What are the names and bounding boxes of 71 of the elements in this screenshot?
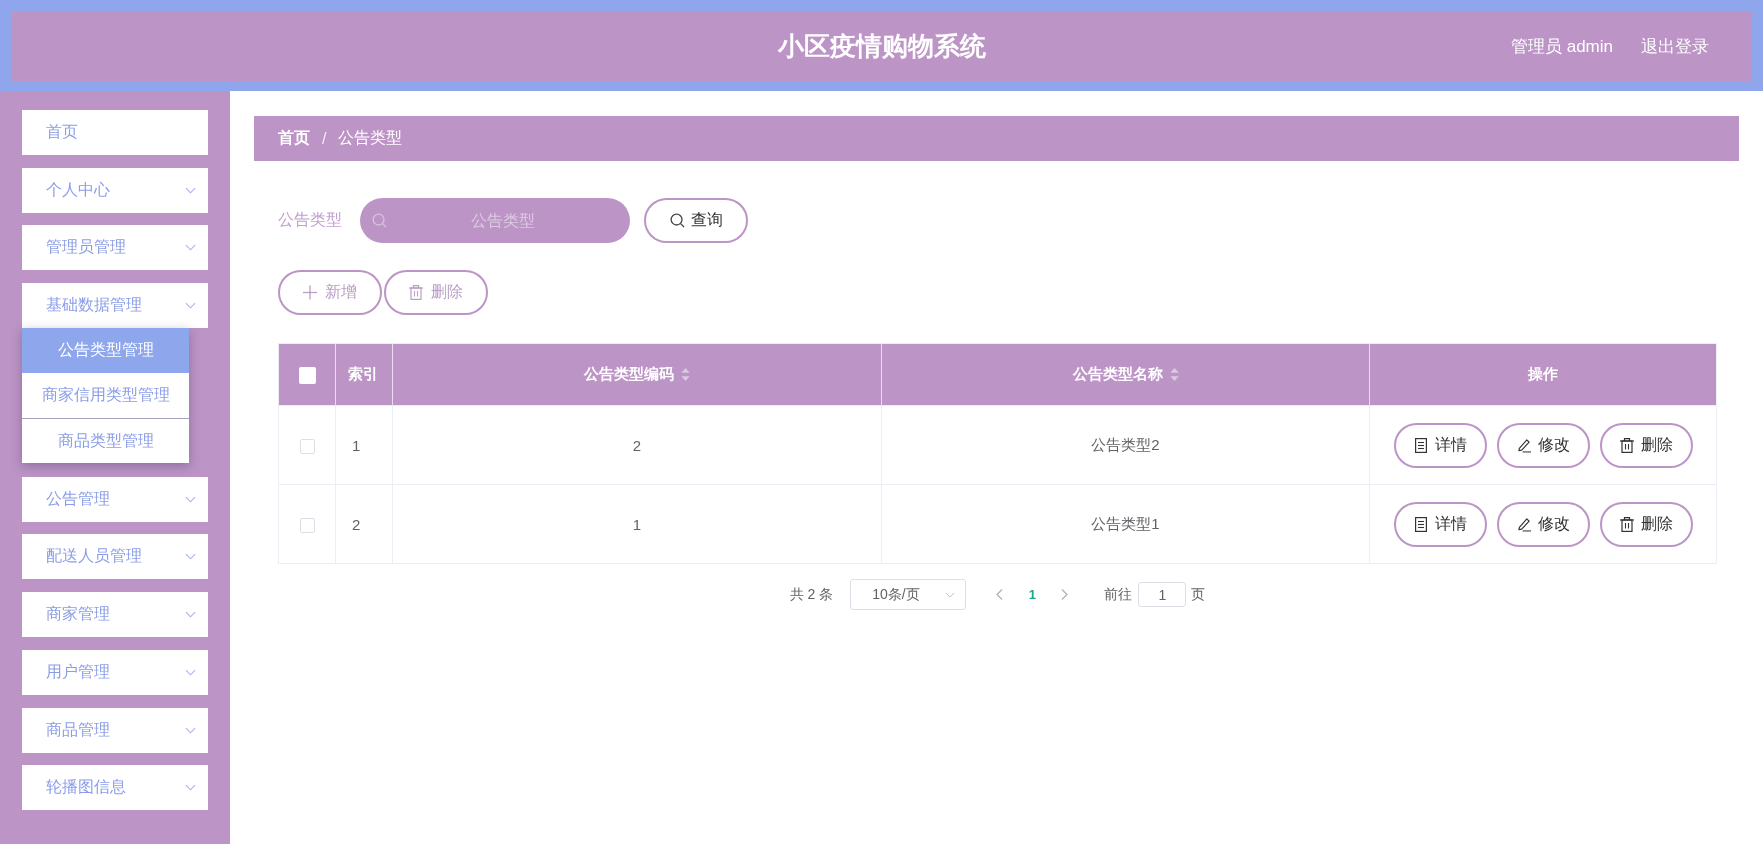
search-icon (669, 213, 685, 228)
total-count: 共 2 条 (789, 585, 834, 604)
row-checkbox[interactable] (299, 438, 315, 454)
menu-item[interactable]: 配送人员管理 (22, 534, 208, 580)
chevron-down-icon (185, 784, 196, 792)
chevron-left-icon[interactable] (996, 589, 1004, 600)
submenu-item[interactable]: 商品类型管理 (22, 418, 189, 464)
column-header[interactable]: 公告类型名称 (881, 343, 1370, 406)
goto-input[interactable]: 1 (1138, 582, 1187, 607)
menu-item[interactable]: 管理员管理 (22, 225, 208, 271)
add-button[interactable]: 新增 (278, 270, 382, 315)
sort-icon[interactable] (1169, 368, 1179, 381)
menu-item[interactable]: 基础数据管理 (22, 283, 208, 329)
submenu-item[interactable]: 商家信用类型管理 (22, 373, 189, 419)
table-cell: 公告类型1 (881, 484, 1370, 564)
submenu-item[interactable]: 公告类型管理 (22, 328, 189, 374)
plus-icon (303, 285, 317, 300)
breadcrumb-separator: / (322, 129, 327, 148)
chevron-down-icon (945, 591, 956, 598)
detail-button[interactable]: 详情 (1393, 422, 1487, 468)
table-cell: 2 (392, 405, 882, 485)
chevron-down-icon (185, 553, 196, 561)
page-number[interactable]: 1 (1021, 587, 1044, 602)
menu-item[interactable]: 轮播图信息 (22, 765, 208, 811)
menu-item[interactable]: 商品管理 (22, 707, 208, 753)
delete-button[interactable]: 删除 (1599, 501, 1693, 547)
menu-item[interactable]: 个人中心 (22, 167, 208, 213)
goto-label: 前往 (1104, 585, 1133, 604)
chevron-down-icon (185, 726, 196, 734)
chevron-down-icon (185, 611, 196, 619)
document-icon (1413, 516, 1428, 532)
edit-button[interactable]: 修改 (1496, 422, 1590, 468)
chevron-right-icon[interactable] (1061, 589, 1069, 600)
table-cell: 公告类型2 (881, 405, 1370, 485)
breadcrumb-link[interactable]: 公告类型 (338, 128, 403, 149)
user-label: 管理员 admin (1510, 35, 1613, 58)
chevron-down-icon (185, 302, 196, 310)
menu-item[interactable]: 公告管理 (22, 476, 208, 522)
menu-item[interactable]: 用户管理 (22, 649, 208, 695)
edit-button[interactable]: 修改 (1496, 501, 1590, 547)
pencil-icon (1516, 516, 1531, 532)
table-cell: 1 (392, 484, 882, 564)
chevron-down-icon (185, 186, 196, 194)
trash-icon (1619, 516, 1634, 532)
query-button[interactable]: 查询 (644, 198, 748, 243)
trash-icon (409, 285, 423, 300)
page-size-select[interactable]: 10条/页 (850, 579, 967, 610)
menu-item[interactable]: 商家管理 (22, 592, 208, 638)
delete-button[interactable]: 删除 (384, 270, 488, 315)
column-header: 索引 (335, 343, 393, 406)
search-label: 公告类型 (278, 210, 342, 230)
select-all-checkbox[interactable] (298, 366, 316, 384)
breadcrumb-link[interactable]: 首页 (278, 128, 310, 149)
row-checkbox[interactable] (299, 517, 315, 533)
chevron-down-icon (185, 244, 196, 252)
chevron-down-icon (185, 495, 196, 503)
menu-item[interactable]: 首页 (22, 110, 208, 155)
table-cell: 2 (335, 484, 393, 564)
delete-button[interactable]: 删除 (1599, 422, 1693, 468)
trash-icon (1619, 437, 1634, 453)
chevron-down-icon (185, 668, 196, 676)
app-title: 小区疫情购物系统 (777, 29, 986, 63)
table-cell: 1 (335, 405, 393, 485)
sort-icon[interactable] (681, 368, 690, 381)
pencil-icon (1516, 437, 1531, 453)
column-header[interactable]: 公告类型编码 (392, 343, 882, 406)
detail-button[interactable]: 详情 (1393, 501, 1487, 547)
logout-link[interactable]: 退出登录 (1641, 34, 1709, 58)
document-icon (1413, 437, 1428, 453)
column-header: 操作 (1369, 343, 1717, 406)
goto-suffix: 页 (1191, 585, 1206, 604)
